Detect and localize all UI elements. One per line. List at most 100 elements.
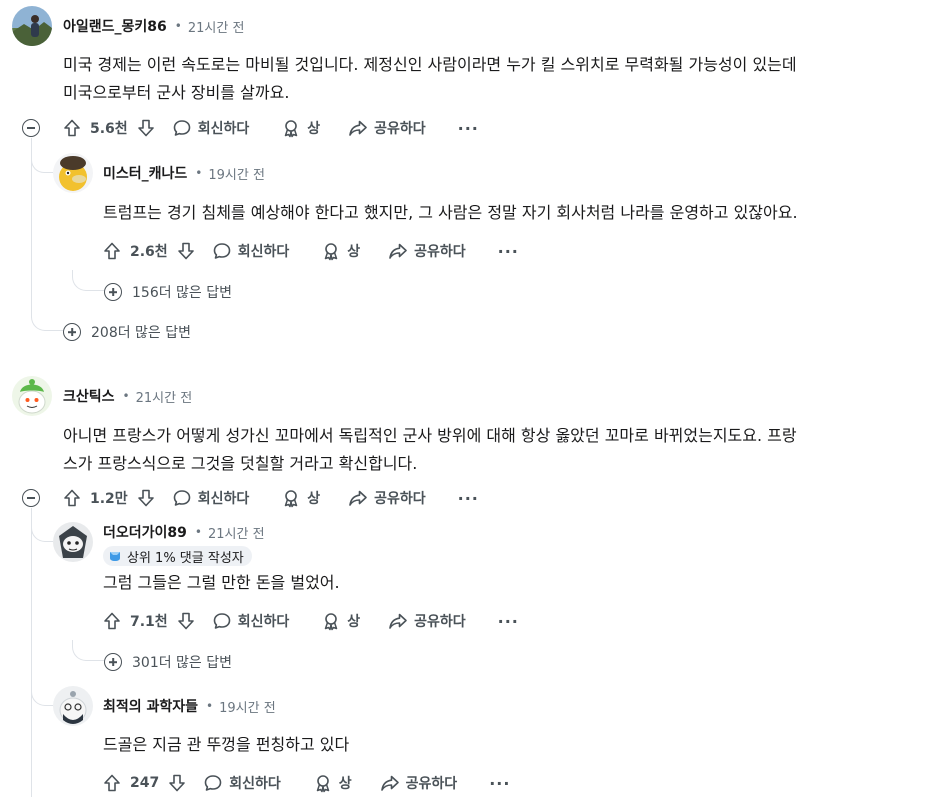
comment-body: 미국 경제는 이런 속도로는 마비될 것입니다. 제정신인 사람이라면 누가 킬…	[63, 51, 797, 107]
award-button[interactable]: 상	[321, 611, 360, 631]
share-button[interactable]: 공유하다	[348, 488, 426, 508]
avatar[interactable]	[12, 6, 52, 46]
award-button[interactable]: 상	[281, 118, 320, 138]
downvote-icon	[136, 488, 156, 508]
upvote-button[interactable]	[62, 488, 82, 508]
downvote-icon	[176, 611, 196, 631]
avatar-snoo-icon	[12, 376, 52, 416]
more-options-button[interactable]: ···	[498, 612, 519, 631]
share-icon	[388, 611, 408, 631]
avatar-photo-icon	[12, 6, 52, 46]
share-label: 공유하다	[374, 491, 426, 507]
award-icon	[281, 118, 301, 138]
expand-plus-icon	[104, 653, 122, 671]
downvote-button[interactable]	[176, 611, 196, 631]
vote-count: 1.2만	[90, 491, 128, 507]
upvote-icon	[102, 773, 122, 793]
reply-icon	[212, 241, 232, 261]
author-name[interactable]: 미스터_캐나드	[103, 163, 187, 183]
vote-count: 7.1천	[130, 614, 168, 630]
upvote-button[interactable]	[102, 241, 122, 261]
upvote-button[interactable]	[102, 611, 122, 631]
share-label: 공유하다	[405, 776, 458, 792]
reply-button[interactable]: 회신하다	[203, 773, 281, 793]
share-button[interactable]: 공유하다	[348, 118, 426, 138]
comment-body: 드골은 지금 관 뚜껑을 펀칭하고 있다	[103, 731, 349, 759]
separator-dot: •	[122, 389, 130, 403]
share-label: 공유하다	[414, 614, 466, 630]
comment-actions: 7.1천 회신하다 상 공유하다 ···	[102, 609, 519, 633]
thread-elbow	[31, 300, 63, 331]
share-button[interactable]: 공유하다	[388, 241, 466, 261]
award-icon	[281, 488, 301, 508]
more-options-button[interactable]: ···	[458, 119, 479, 138]
thread-elbow	[72, 640, 104, 661]
reply-label: 회신하다	[229, 776, 281, 792]
more-replies-link[interactable]: 208더 많은 답변	[63, 322, 191, 342]
reply-button[interactable]: 회신하다	[212, 241, 290, 261]
upvote-icon	[102, 611, 122, 631]
reply-button[interactable]: 회신하다	[172, 488, 249, 508]
author-name[interactable]: 아일랜드_몽키86	[63, 16, 167, 36]
avatar[interactable]	[53, 153, 93, 193]
vote-count: 5.6천	[90, 121, 128, 137]
reply-label: 회신하다	[197, 121, 250, 137]
expand-plus-icon	[63, 323, 81, 341]
upvote-icon	[62, 488, 82, 508]
timestamp[interactable]: 21시간 전	[136, 387, 193, 406]
timestamp[interactable]: 19시간 전	[219, 697, 276, 716]
more-replies-label: 208더 많은 답변	[91, 325, 192, 341]
reply-button[interactable]: 회신하다	[172, 118, 250, 138]
thread-line	[31, 508, 32, 797]
collapse-thread-button[interactable]	[22, 119, 40, 137]
award-button[interactable]: 상	[321, 241, 360, 261]
downvote-icon	[176, 241, 196, 261]
author-name[interactable]: 크산틱스	[63, 386, 115, 406]
timestamp[interactable]: 21시간 전	[188, 17, 245, 36]
share-button[interactable]: 공유하다	[380, 773, 458, 793]
comment-text-line: 스가 프랑스식으로 그것을 덧칠할 거라고 확신합니다.	[63, 454, 418, 473]
upvote-button[interactable]	[62, 118, 82, 138]
upvote-button[interactable]	[102, 773, 122, 793]
award-button[interactable]: 상	[281, 488, 320, 508]
more-replies-label: 156더 많은 답변	[132, 285, 233, 301]
reply-button[interactable]: 회신하다	[212, 611, 289, 631]
avatar-snoo-scientist-icon	[53, 686, 93, 726]
vote-count: 2.6천	[130, 244, 168, 260]
comment-actions: 2.6천 회신하다 상 공유하다 ···	[102, 239, 519, 263]
more-options-button[interactable]: ···	[458, 489, 479, 508]
share-button[interactable]: 공유하다	[388, 611, 466, 631]
avatar-duck-icon	[53, 153, 93, 193]
upvote-icon	[102, 241, 122, 261]
downvote-button[interactable]	[176, 241, 196, 261]
timestamp[interactable]: 21시간 전	[208, 523, 265, 542]
thread-elbow	[31, 524, 53, 542]
author-name[interactable]: 최적의 과학자들	[103, 696, 198, 716]
separator-dot: •	[174, 19, 182, 33]
downvote-button[interactable]	[136, 118, 156, 138]
share-icon	[380, 773, 400, 793]
comment-body: 그럼 그들은 그럴 만한 돈을 벌었어.	[103, 569, 340, 597]
more-options-button[interactable]: ···	[498, 242, 519, 261]
user-flair-badge: 상위 1% 댓글 작성자	[103, 546, 252, 566]
more-replies-link[interactable]: 301더 많은 답변	[104, 652, 232, 672]
downvote-button[interactable]	[136, 488, 156, 508]
award-button[interactable]: 상	[313, 773, 352, 793]
avatar[interactable]	[53, 522, 93, 562]
downvote-icon	[136, 118, 156, 138]
author-name[interactable]: 더오더가이89	[103, 522, 187, 542]
comment-actions: 1.2만 회신하다 상 공유하다 ···	[62, 486, 479, 510]
downvote-button[interactable]	[167, 773, 187, 793]
collapse-thread-button[interactable]	[22, 489, 40, 507]
vote-count: 247	[130, 775, 160, 791]
share-icon	[348, 118, 368, 138]
timestamp[interactable]: 19시간 전	[208, 164, 265, 183]
comment-header: 아일랜드_몽키86 • 21시간 전	[63, 16, 244, 36]
avatar[interactable]	[12, 376, 52, 416]
more-replies-link[interactable]: 156더 많은 답변	[104, 282, 232, 302]
reply-label: 회신하다	[237, 244, 290, 260]
more-replies-label: 301더 많은 답변	[132, 655, 233, 671]
flair-label: 상위 1% 댓글 작성자	[127, 550, 244, 566]
avatar[interactable]	[53, 686, 93, 726]
more-options-button[interactable]: ···	[489, 774, 510, 793]
